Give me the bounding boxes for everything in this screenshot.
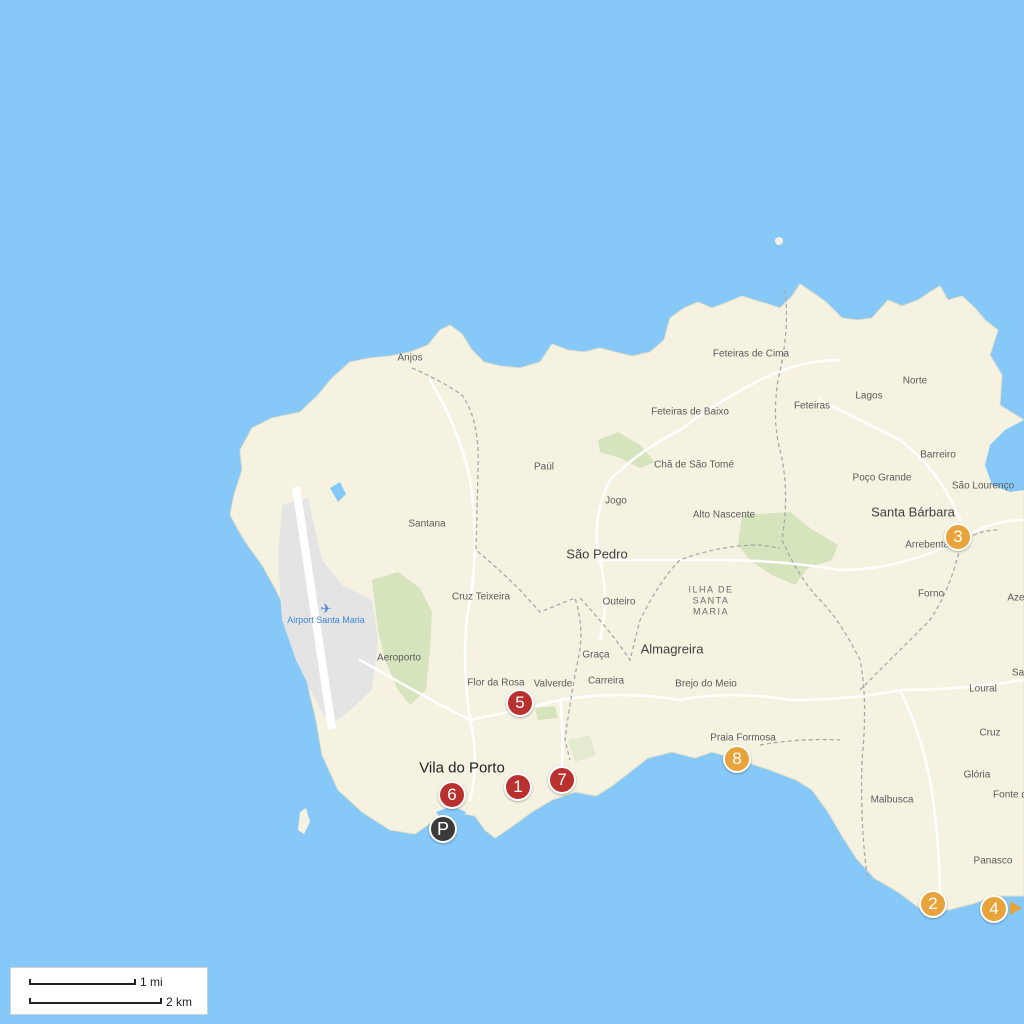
place-norte: Norte: [902, 375, 928, 387]
place-cruz-teixeira: Cruz Teixeira: [451, 591, 511, 603]
scale-bar-km: [29, 998, 162, 1004]
place-paul: Paúl: [533, 461, 555, 473]
place-feteiras: Feteiras: [793, 400, 831, 412]
marker-4[interactable]: 4: [980, 895, 1008, 923]
place-feteiras-de-baixo: Feteiras de Baixo: [651, 406, 729, 418]
next-arrow-icon[interactable]: [1010, 901, 1022, 915]
marker-8[interactable]: 8: [723, 745, 751, 773]
parking-icon[interactable]: P: [429, 815, 457, 843]
place-panasco: Panasco: [973, 855, 1013, 867]
place-anjos: Anjos: [397, 352, 423, 364]
place-alto-nascente: Alto Nascente: [692, 509, 756, 521]
place-santana: Santana: [408, 518, 446, 530]
place-praia-formosa: Praia Formosa: [710, 732, 776, 744]
place-brejo-do-meio: Brejo do Meio: [675, 678, 737, 690]
place-lagos: Lagos: [855, 390, 883, 402]
marker-5[interactable]: 5: [506, 689, 534, 717]
scale-bar-mi: [29, 979, 136, 985]
scale-label-mi: 1 mi: [140, 975, 163, 989]
place-gloria: Glória: [963, 769, 991, 781]
place-aze: Aze: [1007, 592, 1024, 604]
place-cha-de-sao-tome: Chã de São Tomé: [654, 459, 734, 471]
marker-6[interactable]: 6: [438, 781, 466, 809]
place-malbusca: Malbusca: [870, 794, 914, 806]
place-graca: Graça: [582, 649, 610, 661]
place-carreira: Carreira: [587, 675, 625, 687]
place-santa-barbara: Santa Bárbara: [871, 504, 955, 520]
marker-7[interactable]: 7: [548, 766, 576, 794]
place-cruz: Cruz: [979, 727, 1001, 739]
marker-1[interactable]: 1: [504, 773, 532, 801]
islet: [775, 237, 783, 245]
place-poco-grande: Poço Grande: [852, 472, 912, 484]
place-outeiro: Outeiro: [602, 596, 636, 608]
place-vila-do-porto: Vila do Porto: [419, 759, 505, 777]
scale-bar: 1 mi 2 km: [10, 967, 208, 1015]
place-loural: Loural: [969, 683, 997, 695]
place-barreiro: Barreiro: [920, 449, 956, 461]
marker-3[interactable]: 3: [944, 523, 972, 551]
place-flor-da-rosa: Flor da Rosa: [467, 677, 525, 689]
place-fonte: Fonte d: [993, 789, 1024, 801]
place-sa: Sa: [1011, 667, 1024, 679]
place-aeroporto: Aeroporto: [377, 652, 421, 664]
place-sao-lourenco: São Lourenço: [951, 480, 1015, 492]
scale-label-km: 2 km: [166, 995, 193, 1009]
place-ilha-de-santa-maria: ILHA DE SANTA MARIA: [688, 584, 734, 617]
place-almagreira: Almagreira: [640, 641, 704, 657]
marker-2[interactable]: 2: [919, 890, 947, 918]
place-feteiras-de-cima: Feteiras de Cima: [712, 348, 790, 360]
place-jogo: Jogo: [605, 495, 627, 507]
place-forno: Forno: [917, 588, 945, 600]
park-area: [535, 706, 558, 720]
place-sao-pedro: São Pedro: [566, 546, 628, 562]
place-valverde: Valverde: [533, 678, 573, 690]
airplane-icon: ✈: [320, 601, 332, 616]
place-airport-santa-maria: ✈ Airport Santa Maria: [287, 601, 365, 625]
